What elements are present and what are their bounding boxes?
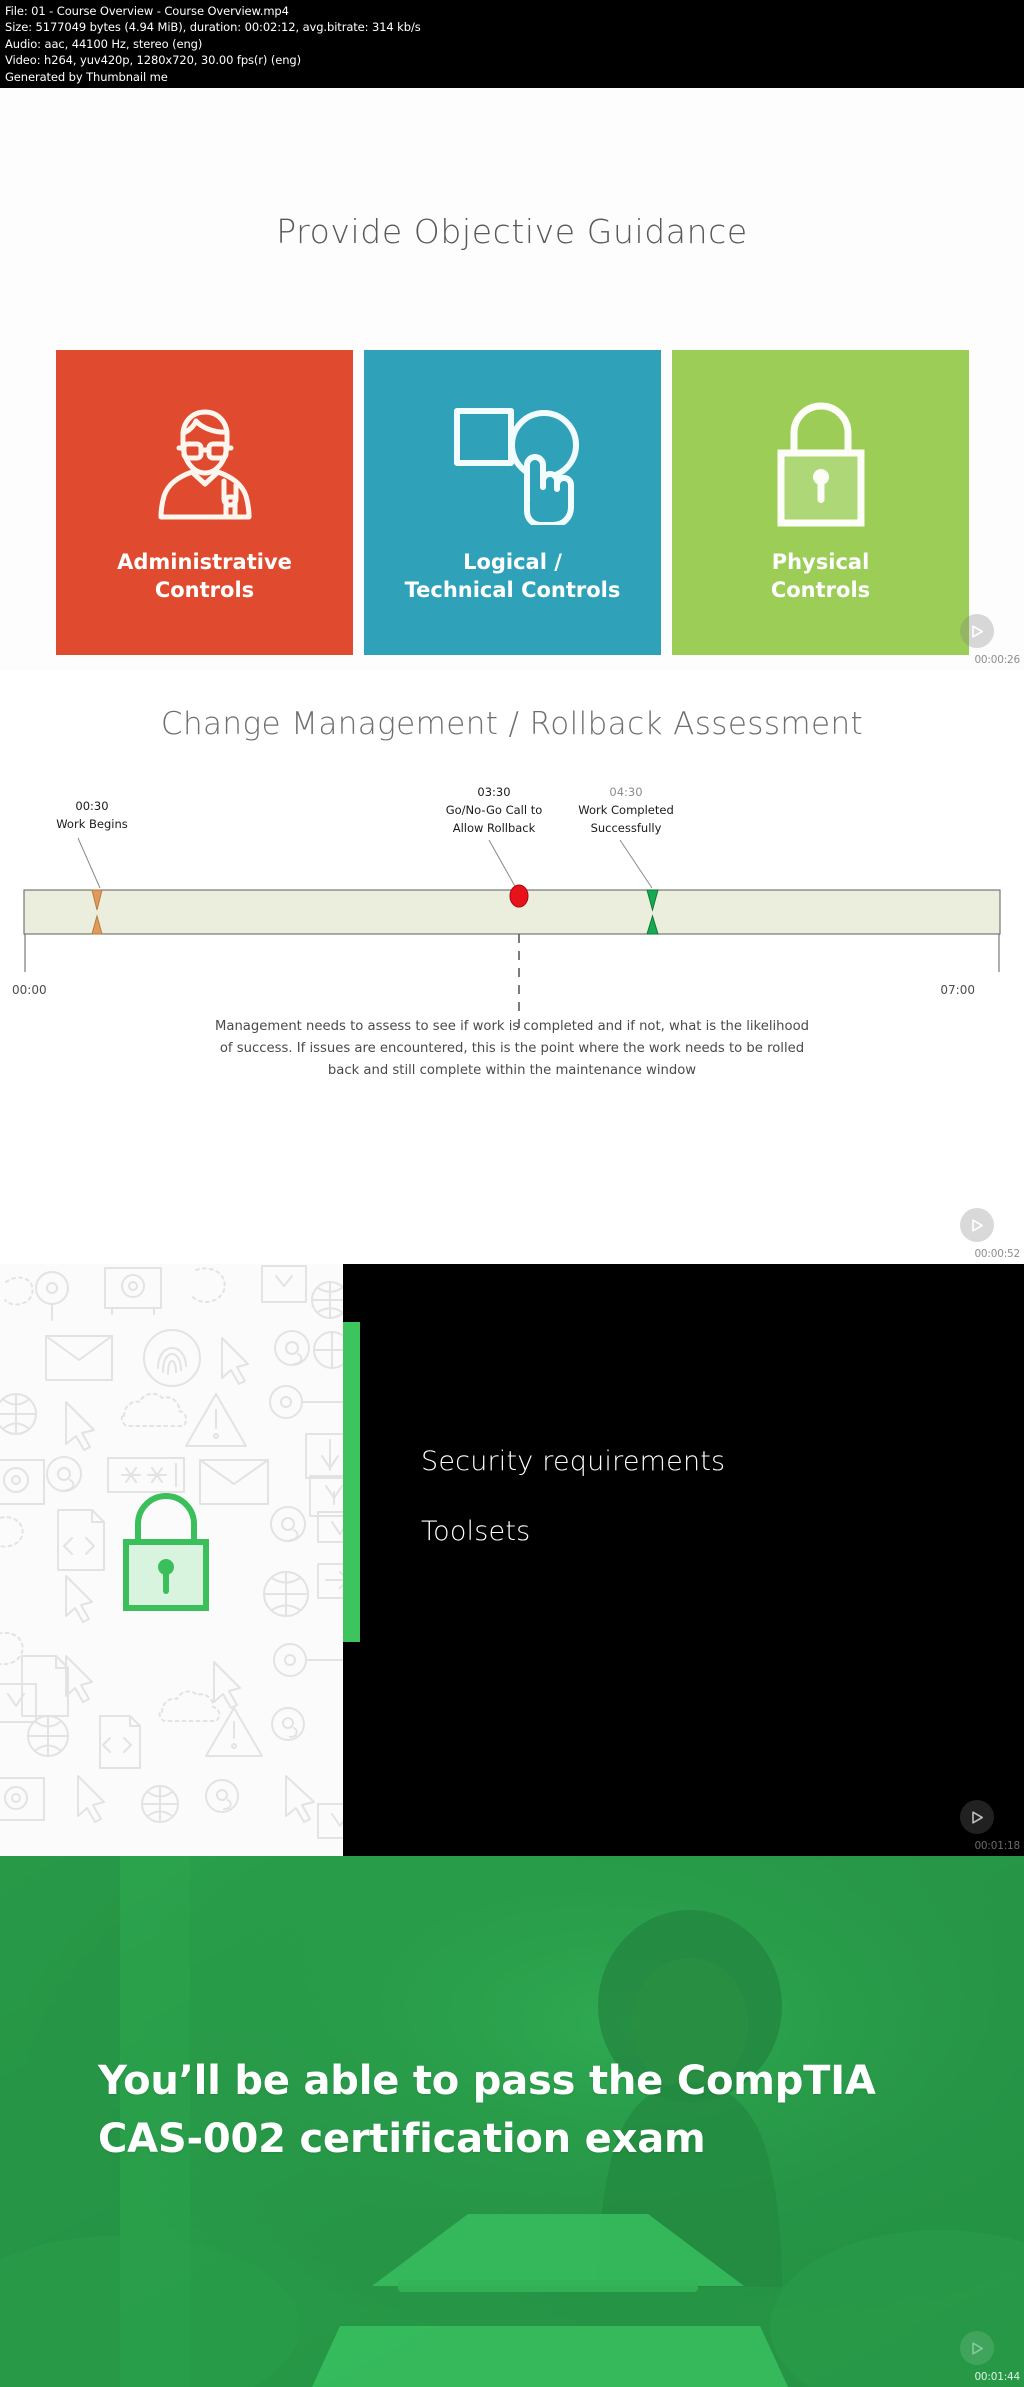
svg-text:00:00: 00:00 <box>12 983 47 997</box>
thumbnail-slide-change-management[interactable]: Change Management / Rollback Assessment … <box>0 670 1024 1264</box>
card-label-line1: Physical <box>771 550 870 574</box>
play-button-overlay[interactable] <box>960 1208 994 1242</box>
card-physical-label: Physical Controls <box>771 548 870 604</box>
svg-text:Go/No-Go Call to: Go/No-Go Call to <box>446 803 543 817</box>
card-label-line1: Logical / <box>463 550 562 574</box>
timeline-annotation: Management needs to assess to see if wor… <box>214 1019 810 1078</box>
card-physical-controls[interactable]: Physical Controls <box>672 350 969 655</box>
card-administrative-controls[interactable]: Administrative Controls <box>56 350 353 655</box>
card-logical-technical-controls[interactable]: Logical / Technical Controls <box>364 350 661 655</box>
meta-line-size: Size: 5177049 bytes (4.94 MiB), duration… <box>5 20 421 35</box>
padlock-icon <box>759 384 883 534</box>
svg-text:Work Completed: Work Completed <box>578 803 674 817</box>
list-item: Toolsets <box>421 1516 531 1547</box>
svg-text:07:00: 07:00 <box>940 983 975 997</box>
slide-timestamp: 00:00:52 <box>974 1248 1020 1260</box>
svg-text:03:30: 03:30 <box>477 785 510 799</box>
timeline-svg: 00:00 07:00 00:30 Work Begins 03:30 Go/N… <box>12 785 1001 1036</box>
list-item: Security requirements <box>421 1446 726 1477</box>
play-button-overlay[interactable] <box>960 1800 994 1834</box>
screen-cursor-icon <box>443 384 583 534</box>
card-logical-label: Logical / Technical Controls <box>405 548 621 604</box>
controls-card-group: Administrative Controls Logical / Techni… <box>56 350 969 655</box>
video-metadata-header: File: 01 - Course Overview - Course Over… <box>0 0 1024 88</box>
play-button-overlay[interactable] <box>960 2331 994 2365</box>
headline-line2: CAS-002 certification exam <box>98 2116 706 2162</box>
page-title: Provide Objective Guidance <box>276 212 748 251</box>
headline-line1: You’ll be able to pass the CompTIA <box>98 2058 876 2104</box>
comptia-headline: You’ll be able to pass the CompTIA CAS-0… <box>98 2052 958 2168</box>
svg-text:00:30: 00:30 <box>75 799 108 813</box>
svg-text:04:30: 04:30 <box>609 785 642 799</box>
card-label-line2: Technical Controls <box>404 578 621 602</box>
green-padlock-icon <box>105 1482 229 1619</box>
slide-timestamp: 00:01:18 <box>974 1840 1020 1852</box>
slide-timestamp: 00:00:26 <box>974 654 1020 666</box>
page-title: Change Management / Rollback Assessment <box>160 706 864 742</box>
thumbnail-slide-security-requirements[interactable]: Security requirements Toolsets 00:01:18 <box>0 1264 1024 1856</box>
card-label-line1: Administrative <box>117 550 292 574</box>
thumbnail-slide-comptia[interactable]: You’ll be able to pass the CompTIA CAS-0… <box>0 1856 1024 2387</box>
meta-line-file: File: 01 - Course Overview - Course Over… <box>5 4 289 18</box>
person-glasses-icon <box>146 384 264 534</box>
svg-text:Successfully: Successfully <box>591 821 662 835</box>
svg-text:Allow Rollback: Allow Rollback <box>453 821 536 835</box>
card-label-line2: Controls <box>154 578 255 602</box>
security-icon-pattern-panel <box>0 1264 343 1856</box>
security-bullet-list: Security requirements Toolsets <box>421 1446 725 1586</box>
meta-line-video: Video: h264, yuv420p, 1280x720, 30.00 fp… <box>5 53 302 68</box>
card-administrative-label: Administrative Controls <box>117 548 292 604</box>
green-accent-bar <box>343 1322 360 1642</box>
svg-text:Work Begins: Work Begins <box>56 817 128 831</box>
play-button-overlay[interactable] <box>960 614 994 648</box>
rollback-timeline-chart: 00:00 07:00 00:30 Work Begins 03:30 Go/N… <box>0 776 1024 1036</box>
meta-line-audio: Audio: aac, 44100 Hz, stereo (eng) <box>5 36 203 51</box>
card-label-line2: Controls <box>770 578 871 602</box>
thumbnail-slide-guidance[interactable]: Provide Objective Guidance Administrativ… <box>0 88 1024 670</box>
meta-line-generator: Generated by Thumbnail me <box>5 69 168 84</box>
slide-timestamp: 00:01:44 <box>974 2371 1020 2383</box>
